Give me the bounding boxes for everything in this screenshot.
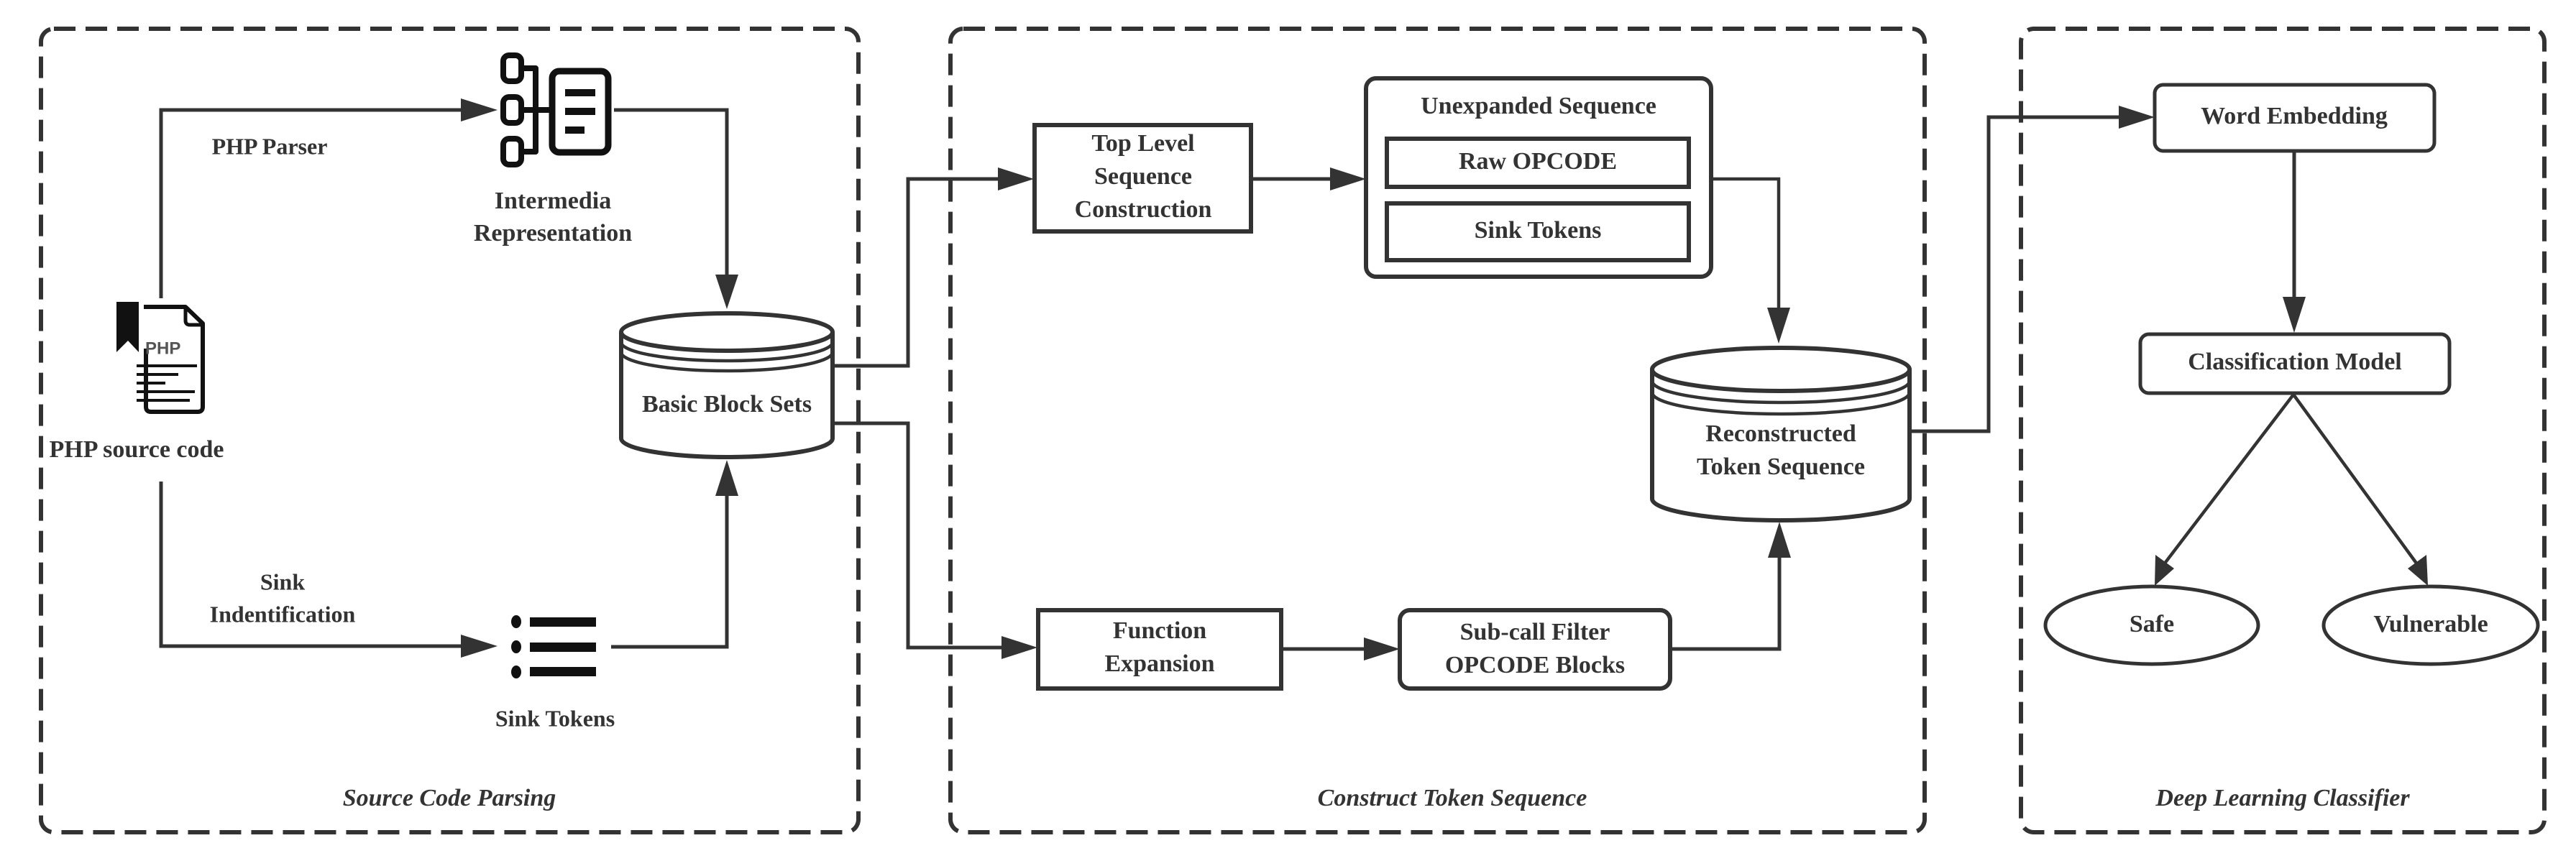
tree-structure-icon (500, 52, 612, 167)
edge-unexpanded-to-reconstructed (1711, 177, 1781, 316)
reconstructed-line1: Reconstructed (1705, 420, 1856, 447)
basic-block-sets-label: Basic Block Sets (642, 391, 812, 418)
arrowhead-icon (715, 460, 738, 496)
arrowhead-icon (998, 167, 1034, 190)
classification-model-label: Classification Model (2188, 349, 2401, 375)
word-embedding-label: Word Embedding (2201, 103, 2388, 129)
bullet-list-icon (511, 615, 596, 678)
edge-sink-to-basic-blocks (611, 483, 729, 649)
sink-identification-label-line1: Sink (260, 568, 305, 594)
panel-title-deep-learning-classifier: Deep Learning Classifier (2155, 785, 2410, 811)
php-icon-text: PHP (145, 339, 180, 358)
subcall-filter-line2: OPCODE Blocks (1445, 652, 1625, 678)
arrowhead-icon (1767, 308, 1790, 344)
arrowhead-icon (2119, 106, 2155, 129)
sink-tokens-box-label: Sink Tokens (1475, 217, 1602, 244)
arrowhead-icon (461, 635, 498, 658)
arrowhead-icon (461, 98, 498, 121)
php-parser-label: PHP Parser (212, 133, 328, 159)
pipeline-diagram: Source Code Parsing Construct Token Sequ… (39, 27, 2547, 834)
intermedia-label-line1: Intermedia (495, 188, 611, 214)
function-expansion-line2: Expansion (1104, 650, 1214, 677)
sink-identification-label-line2: Indentification (210, 601, 356, 627)
arrowhead-icon (1001, 636, 1037, 659)
intermedia-label-line2: Representation (474, 220, 632, 247)
top-level-line2: Sequence (1094, 163, 1192, 190)
arrowhead-icon (2283, 297, 2306, 333)
panel-title-construct-token-sequence: Construct Token Sequence (1318, 785, 1587, 811)
arrowhead-icon (2155, 555, 2174, 586)
raw-opcode-label: Raw OPCODE (1459, 148, 1617, 175)
php-file-icon: PHP (116, 302, 205, 414)
arrowhead-icon (715, 275, 738, 309)
arrowhead-icon (1364, 637, 1400, 660)
basic-block-sets-cylinder (619, 311, 835, 459)
edge-model-to-vulnerable (2292, 393, 2419, 566)
reconstructed-line2: Token Sequence (1697, 453, 1865, 480)
function-expansion-line1: Function (1113, 617, 1206, 644)
safe-output-label: Safe (2130, 611, 2174, 637)
arrowhead-icon (2408, 555, 2428, 586)
sink-tokens-label: Sink Tokens (495, 705, 615, 731)
edge-ir-to-basic-blocks (614, 108, 729, 287)
top-level-line1: Top Level (1091, 130, 1194, 157)
top-level-line3: Construction (1075, 196, 1212, 223)
edge-model-to-safe (2163, 393, 2295, 566)
edge-subcall-to-reconstructed (1670, 546, 1782, 651)
subcall-filter-line1: Sub-call Filter (1460, 619, 1610, 645)
php-source-code-label: PHP source code (50, 436, 224, 463)
arrowhead-icon (1330, 167, 1366, 190)
panel-title-source-code-parsing: Source Code Parsing (343, 785, 556, 811)
arrowhead-icon (1768, 522, 1791, 558)
vulnerable-output-label: Vulnerable (2373, 611, 2488, 637)
unexpanded-sequence-title: Unexpanded Sequence (1421, 93, 1656, 119)
